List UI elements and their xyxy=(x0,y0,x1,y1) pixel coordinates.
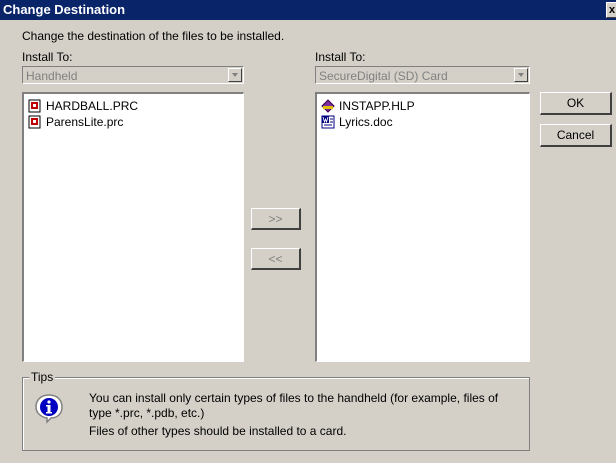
tips-line-2: type *.prc, *.pdb, etc.) xyxy=(89,406,205,420)
window-title: Change Destination xyxy=(3,2,126,17)
title-bar: Change Destination x xyxy=(0,0,616,20)
tips-line-1: You can install only certain types of fi… xyxy=(89,391,499,405)
left-install-to-label: Install To: xyxy=(22,50,73,64)
help-file-icon xyxy=(321,99,335,113)
left-destination-combo[interactable]: Handheld xyxy=(22,66,244,84)
word-doc-icon xyxy=(321,115,335,129)
cancel-button[interactable]: Cancel xyxy=(540,124,612,147)
move-right-button[interactable]: >> xyxy=(251,208,301,230)
tips-legend: Tips xyxy=(29,370,56,384)
ok-button[interactable]: OK xyxy=(540,92,612,115)
left-combo-value: Handheld xyxy=(26,69,78,83)
description-text: Change the destination of the files to b… xyxy=(22,29,285,43)
chevron-down-icon[interactable] xyxy=(228,68,242,82)
close-icon: x xyxy=(609,4,616,16)
right-combo-value: SecureDigital (SD) Card xyxy=(319,69,448,83)
tips-line-3: Files of other types should be installed… xyxy=(89,424,347,438)
left-file-list[interactable]: HARDBALL.PRC ParensLite.prc xyxy=(22,92,244,362)
right-destination-combo[interactable]: SecureDigital (SD) Card xyxy=(315,66,530,84)
prc-file-icon xyxy=(28,115,41,129)
file-name: INSTAPP.HLP xyxy=(339,99,415,113)
right-install-to-label: Install To: xyxy=(315,50,366,64)
close-button[interactable]: x xyxy=(606,2,616,18)
tips-group: Tips You can install only certain types … xyxy=(22,370,530,451)
prc-file-icon xyxy=(28,99,41,113)
chevron-down-icon[interactable] xyxy=(514,68,528,82)
file-name: Lyrics.doc xyxy=(339,115,393,129)
move-left-button[interactable]: << xyxy=(251,248,301,270)
info-icon xyxy=(35,394,63,424)
file-name: ParensLite.prc xyxy=(46,115,124,129)
file-name: HARDBALL.PRC xyxy=(46,99,139,113)
right-file-list[interactable]: INSTAPP.HLP Lyrics.doc xyxy=(315,92,530,362)
